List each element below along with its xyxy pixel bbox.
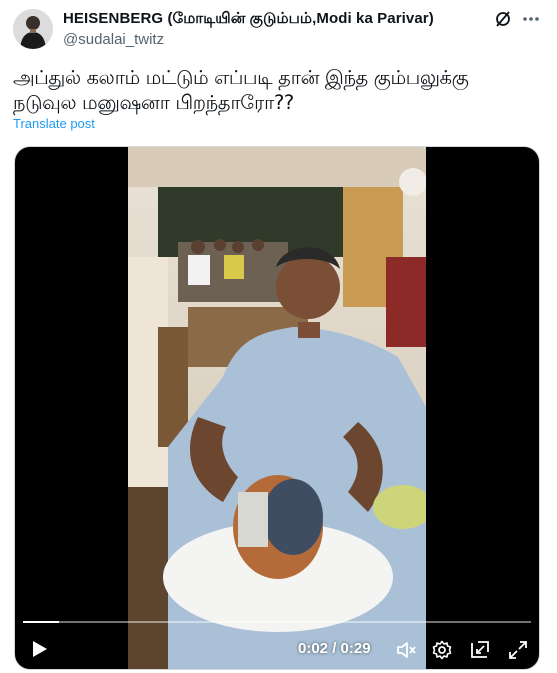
time-label: 0:02 / 0:29	[298, 640, 371, 657]
avatar[interactable]	[13, 9, 53, 49]
progress-fill	[23, 621, 59, 623]
video-player[interactable]: 0:02 / 0:29	[14, 146, 540, 670]
display-name[interactable]: HEISENBERG (மோடியின் குடும்பம்,Modi ka P…	[63, 10, 483, 29]
progress-bar[interactable]	[23, 621, 531, 623]
volume-muted-icon[interactable]	[395, 639, 417, 661]
video-controls: 0:02 / 0:29	[15, 609, 539, 669]
play-button[interactable]	[27, 637, 51, 661]
grok-icon[interactable]	[494, 10, 512, 28]
video-frame	[128, 147, 426, 669]
translate-link[interactable]: Translate post	[13, 116, 95, 131]
more-icon[interactable]	[521, 10, 541, 28]
post-text: அப்துல் கலாம் மட்டும் எப்படி தான் இந்த க…	[13, 66, 469, 114]
user-handle[interactable]: @sudalai_twitz	[63, 31, 164, 48]
play-icon	[33, 641, 47, 657]
pip-icon[interactable]	[469, 639, 491, 661]
settings-icon[interactable]	[431, 639, 453, 661]
fullscreen-icon[interactable]	[507, 639, 529, 661]
